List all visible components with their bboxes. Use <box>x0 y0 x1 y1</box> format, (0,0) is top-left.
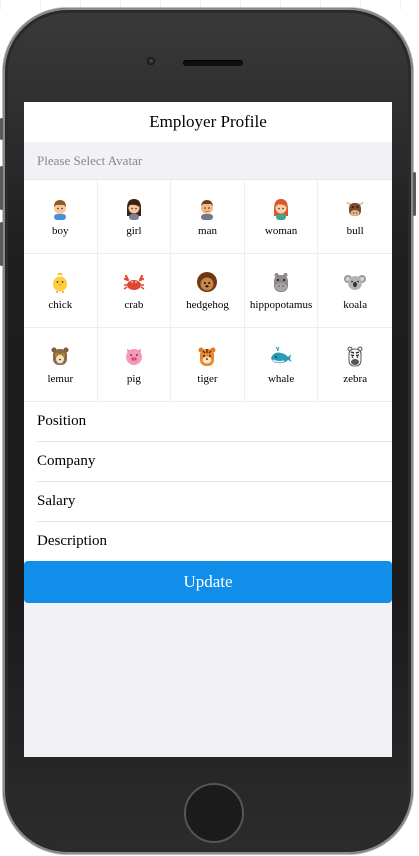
avatar-option-woman[interactable]: woman <box>244 180 319 254</box>
home-button[interactable] <box>184 783 244 843</box>
man-icon <box>195 196 219 220</box>
avatar-option-girl[interactable]: girl <box>97 180 172 254</box>
avatar-option-whale[interactable]: whale <box>244 328 319 402</box>
zebra-icon <box>343 344 367 368</box>
bull-icon <box>343 196 367 220</box>
avatar-option-man[interactable]: man <box>171 180 245 254</box>
whale-icon <box>269 344 293 368</box>
avatar-option-hedgehog[interactable]: hedgehog <box>171 254 245 328</box>
tiger-icon <box>195 344 219 368</box>
avatar-label: hippopotamus <box>249 299 313 311</box>
avatar-label: hedgehog <box>186 299 229 311</box>
avatar-option-pig[interactable]: pig <box>97 328 172 402</box>
phone-silent-switch <box>0 118 3 140</box>
description-input[interactable]: Description <box>37 522 392 561</box>
front-camera <box>147 57 155 65</box>
app-screen: Employer Profile Please Select Avatar bo… <box>24 102 392 757</box>
avatar-option-hippopotamus[interactable]: hippopotamus <box>244 254 319 328</box>
avatar-option-tiger[interactable]: tiger <box>171 328 245 402</box>
phone-volume-up-button <box>0 166 3 210</box>
girl-icon <box>122 196 146 220</box>
chick-icon <box>48 270 72 294</box>
avatar-option-koala[interactable]: koala <box>318 254 392 328</box>
avatar-label: bull <box>346 225 364 237</box>
position-input[interactable]: Position <box>37 402 392 442</box>
avatar-label: girl <box>126 225 142 237</box>
earpiece-speaker <box>183 60 243 66</box>
avatar-label: boy <box>52 225 69 237</box>
koala-icon <box>343 270 367 294</box>
hippopotamus-icon <box>269 270 293 294</box>
avatar-option-bull[interactable]: bull <box>318 180 392 254</box>
avatar-label: man <box>198 225 217 237</box>
crab-icon <box>122 270 146 294</box>
nav-bar: Employer Profile <box>24 102 392 142</box>
avatar-option-chick[interactable]: chick <box>24 254 98 328</box>
salary-input[interactable]: Salary <box>37 482 392 522</box>
avatar-label: zebra <box>343 373 368 385</box>
avatar-label: chick <box>48 299 73 311</box>
avatar-label: woman <box>264 225 298 237</box>
avatar-label: lemur <box>47 373 74 385</box>
avatar-label: whale <box>267 373 295 385</box>
lemur-icon <box>48 344 72 368</box>
avatar-section-title: Please Select Avatar <box>24 142 392 179</box>
update-button[interactable]: Update <box>24 561 392 603</box>
company-input[interactable]: Company <box>37 442 392 482</box>
avatar-label: koala <box>343 299 368 311</box>
phone-volume-down-button <box>0 222 3 266</box>
boy-icon <box>48 196 72 220</box>
phone-power-button <box>413 172 416 216</box>
avatar-option-crab[interactable]: crab <box>97 254 172 328</box>
avatar-label: pig <box>126 373 141 385</box>
avatar-grid: boy girl man woman bull chick crab hedgehog hipp… <box>24 179 392 402</box>
woman-icon <box>269 196 293 220</box>
avatar-label: tiger <box>197 373 218 385</box>
profile-form: Position Company Salary Description <box>24 402 392 561</box>
pig-icon <box>122 344 146 368</box>
avatar-option-lemur[interactable]: lemur <box>24 328 98 402</box>
hedgehog-icon <box>195 270 219 294</box>
page-title: Employer Profile <box>149 112 267 131</box>
avatar-option-zebra[interactable]: zebra <box>318 328 392 402</box>
avatar-option-boy[interactable]: boy <box>24 180 98 254</box>
avatar-label: crab <box>124 299 144 311</box>
